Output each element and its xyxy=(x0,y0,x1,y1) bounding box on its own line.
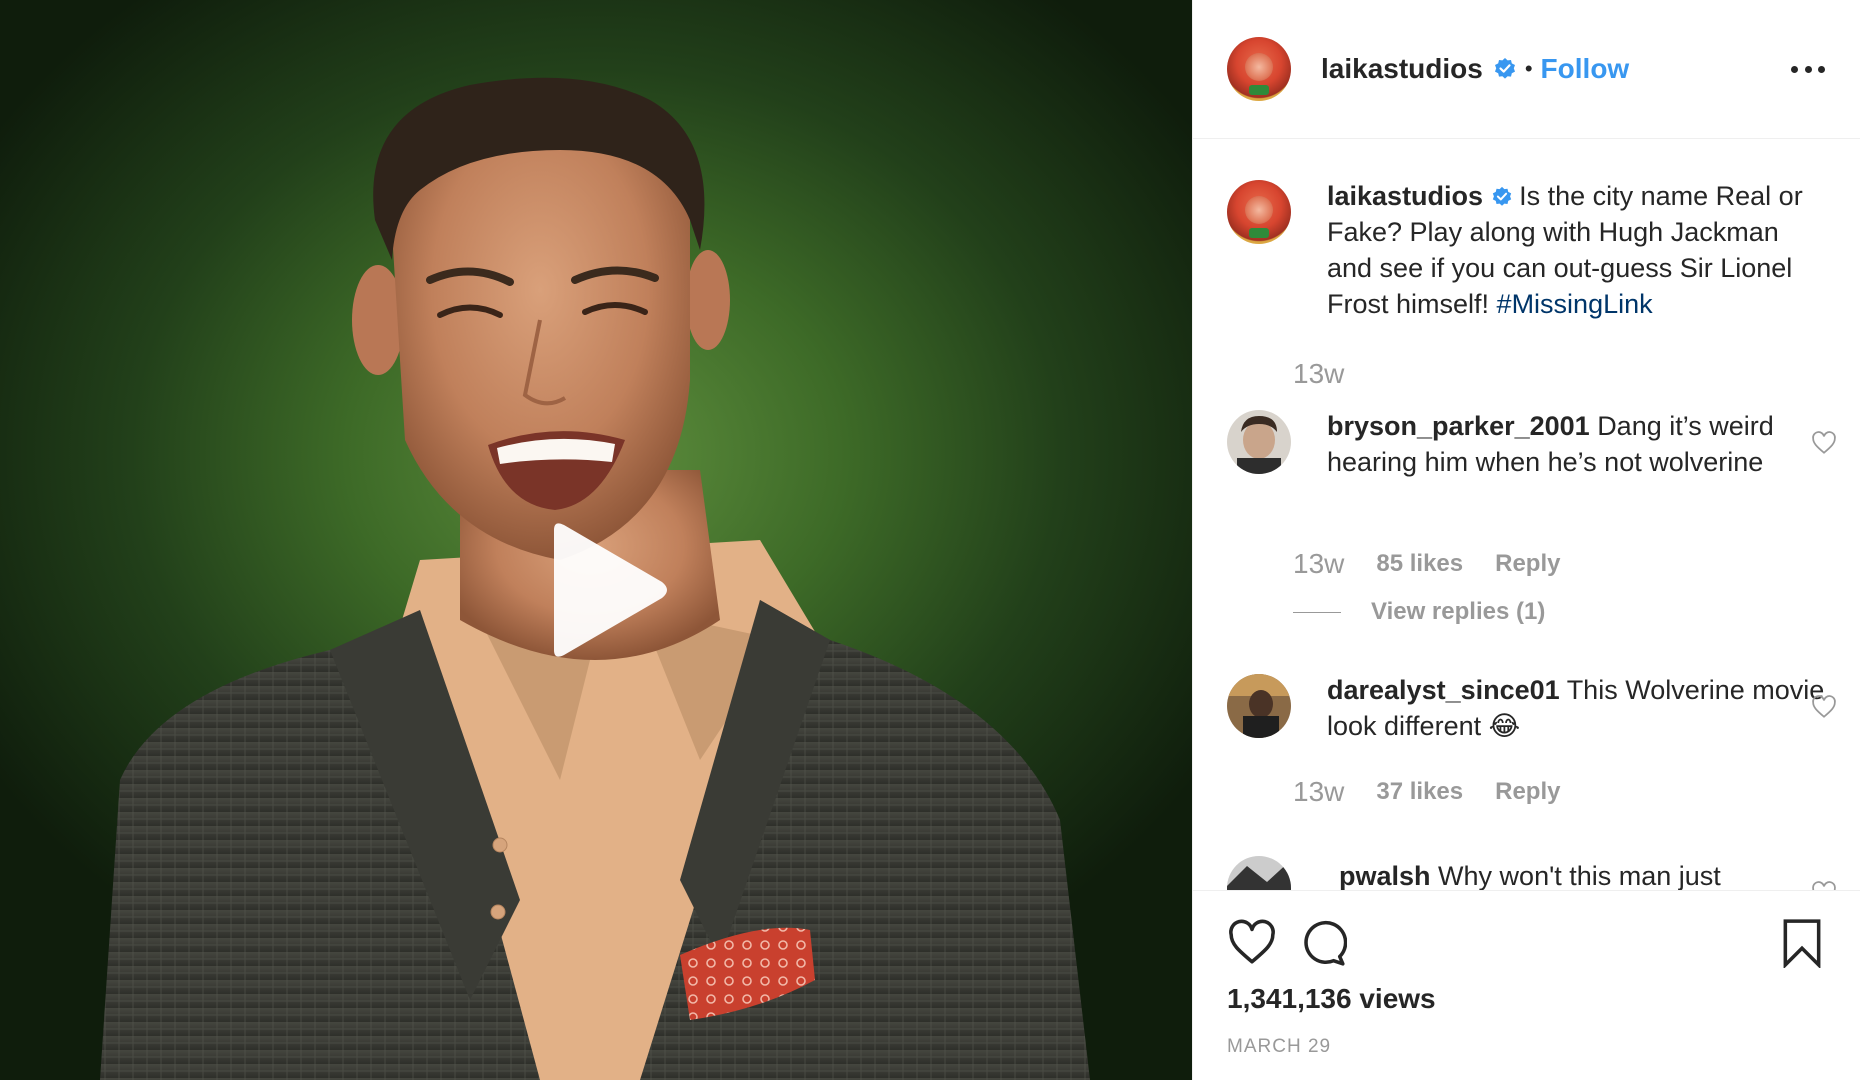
comment-body: pwalsh Why won't this man just xyxy=(1339,858,1839,890)
caption-username[interactable]: laikastudios xyxy=(1327,181,1483,211)
instagram-post: laikastudios • Follow laikastudios Is the… xyxy=(0,0,1860,1080)
comments-list[interactable]: laikastudios Is the city name Real or Fak… xyxy=(1193,140,1860,890)
comment-likes[interactable]: 37 likes xyxy=(1376,778,1463,806)
comment-likes[interactable]: 85 likes xyxy=(1376,550,1463,578)
verified-badge-icon xyxy=(1494,58,1515,79)
post-side-panel: laikastudios • Follow laikastudios Is the… xyxy=(1192,0,1860,1080)
like-comment-heart-icon[interactable] xyxy=(1811,694,1837,720)
commenter-username[interactable]: darealyst_since01 xyxy=(1327,675,1560,705)
caption: laikastudios Is the city name Real or Fak… xyxy=(1227,180,1837,360)
author-avatar[interactable] xyxy=(1227,37,1291,101)
view-count[interactable]: 1,341,136 views xyxy=(1227,983,1436,1015)
comment-icon[interactable] xyxy=(1297,918,1347,968)
post-actions: 1,341,136 views MARCH 29 xyxy=(1193,890,1860,1080)
like-comment-heart-icon[interactable] xyxy=(1811,880,1837,890)
commenter-username[interactable]: pwalsh xyxy=(1339,861,1431,890)
comment-meta: 13w 37 likes Reply xyxy=(1293,776,1592,808)
reply-button[interactable]: Reply xyxy=(1495,778,1560,806)
bookmark-icon[interactable] xyxy=(1777,918,1827,968)
comment-timestamp: 13w xyxy=(1293,548,1345,579)
commenter-avatar[interactable] xyxy=(1227,856,1291,890)
reply-button[interactable]: Reply xyxy=(1495,550,1560,578)
header-separator: • xyxy=(1524,56,1533,81)
commenter-avatar[interactable] xyxy=(1227,674,1291,738)
caption-body: laikastudios Is the city name Real or Fak… xyxy=(1327,178,1827,322)
replies-divider xyxy=(1293,611,1341,613)
commenter-username[interactable]: bryson_parker_2001 xyxy=(1327,411,1590,441)
comment-body: darealyst_since01 This Wolverine movie l… xyxy=(1327,672,1827,744)
hashtag-link[interactable]: #MissingLink xyxy=(1497,289,1653,319)
play-icon[interactable] xyxy=(534,520,674,660)
view-replies-label[interactable]: View replies (1) xyxy=(1371,598,1545,626)
more-options-icon[interactable] xyxy=(1791,55,1825,83)
comment-body: bryson_parker_2001 Dang it’s weird heari… xyxy=(1327,408,1827,480)
comment-item: darealyst_since01 This Wolverine movie l… xyxy=(1227,674,1837,754)
author-username[interactable]: laikastudios xyxy=(1321,53,1483,85)
caption-author-avatar[interactable] xyxy=(1227,180,1291,244)
comment-text: Why won't this man just xyxy=(1438,861,1721,890)
view-replies-button[interactable]: View replies (1) xyxy=(1293,598,1545,626)
like-comment-heart-icon[interactable] xyxy=(1811,430,1837,456)
comment-timestamp: 13w xyxy=(1293,776,1345,807)
comment-item: bryson_parker_2001 Dang it’s weird heari… xyxy=(1227,410,1837,520)
heart-icon[interactable] xyxy=(1227,918,1277,968)
commenter-avatar[interactable] xyxy=(1227,410,1291,474)
post-date[interactable]: MARCH 29 xyxy=(1227,1036,1331,1058)
post-video[interactable] xyxy=(0,0,1192,1080)
caption-timestamp: 13w xyxy=(1293,358,1345,389)
follow-button[interactable]: Follow xyxy=(1541,53,1630,85)
comment-meta: 13w 85 likes Reply xyxy=(1293,548,1592,580)
comment-item: pwalsh Why won't this man just xyxy=(1227,856,1837,890)
verified-badge-icon xyxy=(1492,186,1512,206)
caption-meta: 13w xyxy=(1293,358,1376,390)
post-header: laikastudios • Follow xyxy=(1193,0,1860,139)
